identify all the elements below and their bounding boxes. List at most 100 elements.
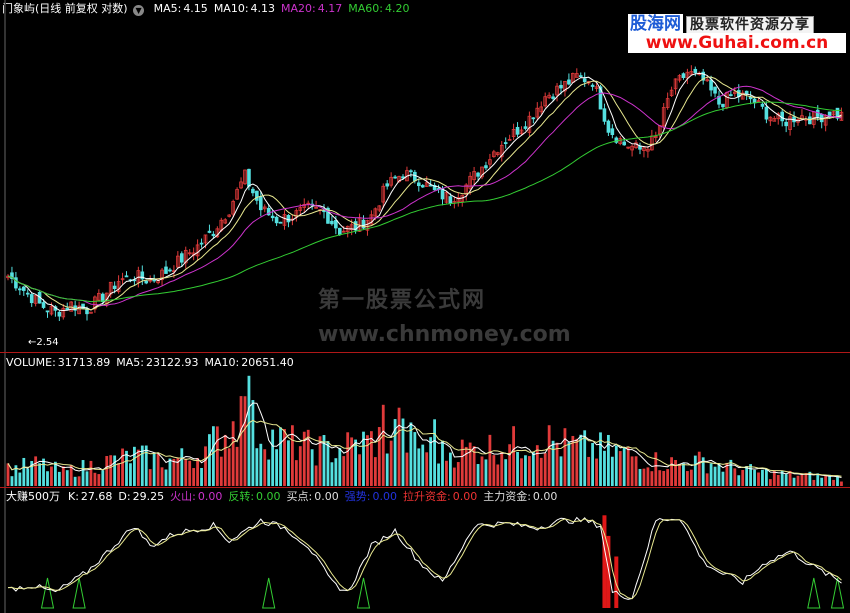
volume-bar bbox=[255, 448, 259, 486]
candle-body bbox=[330, 220, 334, 225]
volume-bar bbox=[547, 425, 551, 486]
volume-bar bbox=[204, 446, 207, 486]
volume-bar bbox=[208, 434, 211, 486]
volume-bar bbox=[539, 457, 543, 486]
candle-body bbox=[709, 79, 713, 91]
volume-bar bbox=[366, 435, 369, 486]
volume-bar bbox=[445, 460, 448, 486]
candle-body bbox=[207, 230, 212, 233]
volume-bar bbox=[768, 479, 772, 486]
volume-bar bbox=[642, 468, 646, 486]
volume-bar bbox=[243, 396, 247, 486]
candle-body bbox=[729, 94, 733, 97]
candle-body bbox=[416, 182, 421, 187]
candle-body bbox=[780, 111, 784, 122]
volume-bar bbox=[567, 442, 571, 486]
volume-bar bbox=[579, 434, 583, 486]
volume-bar bbox=[109, 455, 113, 486]
volume-bar bbox=[57, 471, 61, 486]
volume-bar bbox=[634, 456, 638, 486]
volume-bar bbox=[152, 452, 156, 486]
candle-body bbox=[41, 302, 46, 308]
stock-chart[interactable]: ←2.54 bbox=[0, 0, 850, 613]
volume-bar bbox=[824, 475, 828, 486]
volume-bar bbox=[674, 460, 677, 486]
volume-bar bbox=[318, 436, 322, 486]
candle-body bbox=[440, 188, 445, 200]
candle-body bbox=[251, 188, 255, 194]
volume-bar bbox=[223, 434, 227, 486]
volume-bar bbox=[713, 466, 717, 486]
volume-bar bbox=[196, 458, 199, 486]
volume-bar bbox=[800, 474, 804, 486]
candle-body bbox=[610, 128, 615, 136]
volume-bar bbox=[535, 445, 539, 486]
volume-bar bbox=[452, 467, 456, 486]
volume-bar bbox=[662, 470, 666, 486]
volume-bar bbox=[42, 458, 45, 486]
volume-bar bbox=[488, 434, 492, 486]
candle-body bbox=[168, 269, 172, 272]
candle-body bbox=[101, 293, 105, 303]
candle-body bbox=[622, 141, 626, 146]
candle-body bbox=[420, 185, 425, 188]
volume-bar bbox=[666, 469, 670, 486]
volume-bar bbox=[389, 440, 393, 486]
volume-bar bbox=[741, 469, 745, 486]
volume-bar bbox=[776, 474, 780, 486]
volume-bar bbox=[247, 375, 251, 486]
candle-body bbox=[409, 170, 413, 173]
volume-bar bbox=[757, 472, 760, 486]
volume-bar bbox=[219, 456, 223, 486]
volume-bar bbox=[610, 456, 614, 486]
volume-bar bbox=[89, 460, 93, 486]
volume-bar bbox=[117, 463, 120, 486]
volume-bar bbox=[689, 469, 693, 486]
volume-bar bbox=[812, 479, 816, 486]
volume-bar bbox=[595, 458, 598, 486]
volume-bar bbox=[267, 459, 271, 486]
volcano-bar bbox=[614, 556, 619, 608]
volume-bar bbox=[125, 450, 128, 486]
candle-body bbox=[744, 90, 749, 95]
candle-body bbox=[760, 103, 765, 107]
candle-body bbox=[270, 215, 275, 219]
volume-bar bbox=[101, 470, 105, 486]
reversal-signal bbox=[40, 577, 55, 609]
volume-bar bbox=[85, 471, 89, 486]
candle-body bbox=[45, 310, 50, 313]
volume-bar bbox=[516, 451, 519, 486]
volume-bar bbox=[263, 449, 267, 486]
volume-bar bbox=[18, 472, 22, 486]
volume-bar bbox=[512, 426, 515, 486]
volume-bar bbox=[520, 458, 523, 486]
volume-bar bbox=[314, 465, 318, 486]
volume-bar bbox=[840, 481, 843, 486]
candle-body bbox=[57, 311, 62, 317]
volume-bar bbox=[784, 474, 788, 486]
reversal-signal bbox=[356, 577, 371, 609]
volume-bar bbox=[133, 446, 136, 486]
volume-bar bbox=[350, 437, 354, 486]
volume-bar bbox=[212, 426, 215, 486]
volume-bar bbox=[346, 432, 350, 486]
volume-bar bbox=[227, 448, 231, 486]
candle-body bbox=[21, 286, 26, 291]
volume-bar bbox=[425, 452, 429, 486]
volume-bar bbox=[192, 468, 196, 486]
candle-body bbox=[713, 86, 717, 94]
volume-bar bbox=[449, 452, 452, 486]
volume-bar bbox=[97, 474, 101, 486]
volume-bar bbox=[528, 456, 531, 486]
candle-body bbox=[764, 106, 769, 120]
reversal-signal bbox=[807, 577, 821, 609]
volume-bar bbox=[397, 407, 401, 486]
volume-bar bbox=[338, 447, 342, 486]
volume-bar bbox=[543, 453, 547, 486]
candle-body bbox=[25, 292, 30, 295]
volume-bar bbox=[737, 475, 741, 486]
candle-body bbox=[582, 78, 587, 83]
volume-bar bbox=[381, 404, 385, 486]
volume-bar bbox=[693, 455, 697, 486]
volume-bar bbox=[460, 439, 464, 486]
